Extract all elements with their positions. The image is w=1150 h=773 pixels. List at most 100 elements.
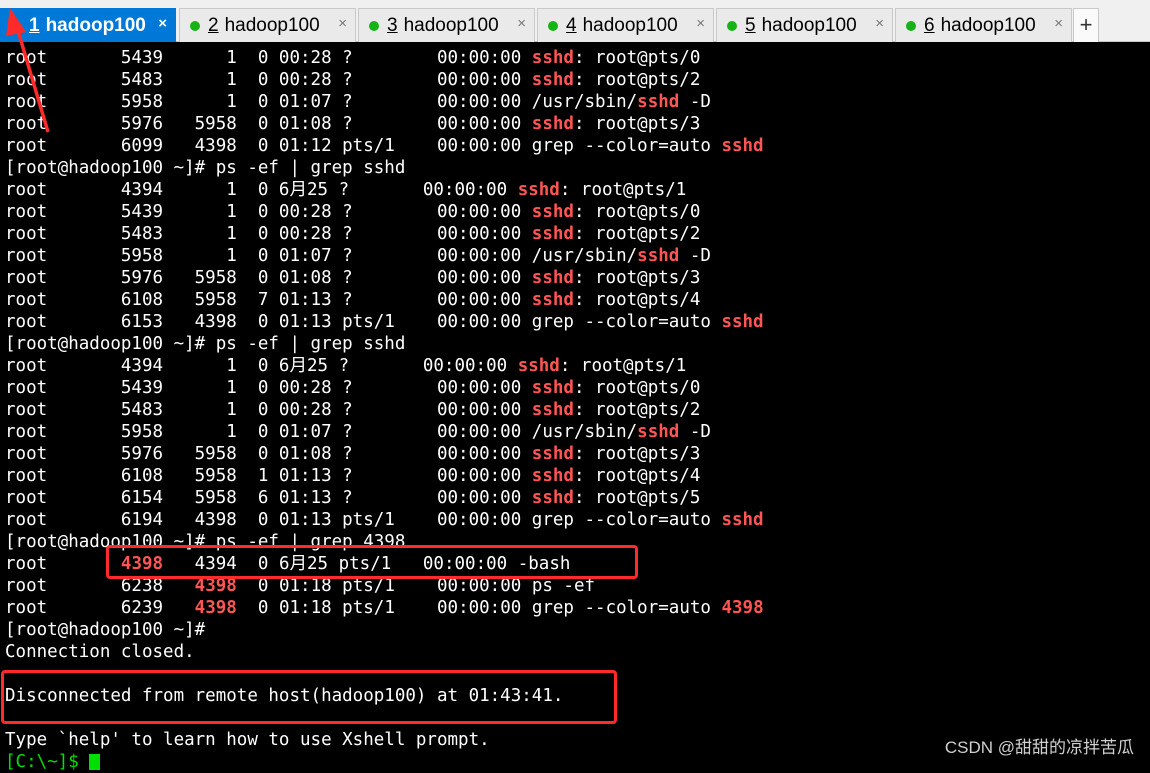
- connection-status-icon: [906, 20, 916, 31]
- terminal-line: [root@hadoop100 ~]#: [5, 619, 1145, 641]
- tab-number: 5: [745, 14, 756, 36]
- terminal-match-highlight: sshd: [517, 180, 560, 200]
- terminal-text: root 5958 1 0 01:07 ? 00:00:00 /usr/sbin…: [5, 422, 638, 442]
- close-icon[interactable]: ×: [338, 15, 347, 32]
- terminal-text: root 5483 1 0 00:28 ? 00:00:00: [5, 224, 532, 244]
- terminal-line: root 6153 4398 0 01:13 pts/1 00:00:00 gr…: [5, 311, 1145, 333]
- close-icon[interactable]: ×: [875, 15, 884, 32]
- new-tab-button[interactable]: +: [1073, 8, 1099, 42]
- terminal-line: [root@hadoop100 ~]# ps -ef | grep sshd: [5, 157, 1145, 179]
- terminal-text: Connection closed.: [5, 642, 195, 662]
- terminal-text: : root@pts/0: [573, 202, 701, 222]
- text-cursor: [89, 754, 101, 770]
- connection-status-icon: [369, 20, 379, 31]
- terminal-match-highlight: 4398: [721, 598, 764, 618]
- tab-number: 3: [387, 14, 398, 36]
- terminal-output[interactable]: root 5439 1 0 00:28 ? 00:00:00 sshd: roo…: [5, 47, 1145, 773]
- terminal-line: root 5483 1 0 00:28 ? 00:00:00 sshd: roo…: [5, 399, 1145, 421]
- terminal-text: root: [5, 554, 121, 574]
- terminal-line: root 5976 5958 0 01:08 ? 00:00:00 sshd: …: [5, 267, 1145, 289]
- terminal-text: root 5439 1 0 00:28 ? 00:00:00: [5, 48, 532, 68]
- tab-5[interactable]: 5 hadoop100 ×: [716, 8, 893, 42]
- annotation-arrow-icon: [6, 8, 50, 133]
- terminal-match-highlight: 4398: [194, 598, 237, 618]
- terminal-match-highlight: sshd: [637, 246, 680, 266]
- terminal-text: root 5976 5958 0 01:08 ? 00:00:00: [5, 114, 532, 134]
- terminal-line: root 4394 1 0 6月25 ? 00:00:00 sshd: root…: [5, 179, 1145, 201]
- terminal-match-highlight: sshd: [517, 356, 560, 376]
- watermark: CSDN @甜甜的凉拌苦瓜: [944, 738, 1134, 757]
- terminal-line: root 6154 5958 6 01:13 ? 00:00:00 sshd: …: [5, 487, 1145, 509]
- terminal-match-highlight: sshd: [531, 48, 574, 68]
- terminal-match-highlight: 4398: [194, 576, 237, 596]
- close-icon[interactable]: ×: [158, 15, 167, 32]
- terminal-match-highlight: sshd: [637, 422, 680, 442]
- tab-label: hadoop100: [582, 14, 678, 36]
- terminal-text: -D: [679, 422, 711, 442]
- terminal-text: [root@hadoop100 ~]#: [5, 620, 206, 640]
- annotation-box-bash-process: [106, 545, 638, 579]
- terminal-text: : root@pts/3: [573, 268, 701, 288]
- terminal-text: root 6238: [5, 576, 195, 596]
- terminal-match-highlight: sshd: [531, 444, 574, 464]
- terminal-line: root 5439 1 0 00:28 ? 00:00:00 sshd: roo…: [5, 377, 1145, 399]
- terminal-match-highlight: sshd: [531, 488, 574, 508]
- terminal-line: root 6108 5958 7 01:13 ? 00:00:00 sshd: …: [5, 289, 1145, 311]
- tab-2[interactable]: 2 hadoop100 ×: [179, 8, 356, 42]
- terminal-line: root 4394 1 0 6月25 ? 00:00:00 sshd: root…: [5, 355, 1145, 377]
- terminal-line: root 5958 1 0 01:07 ? 00:00:00 /usr/sbin…: [5, 91, 1145, 113]
- terminal-text: -D: [679, 246, 711, 266]
- terminal-text: : root@pts/1: [559, 180, 687, 200]
- connection-status-icon: [727, 20, 737, 31]
- terminal-text: : root@pts/3: [573, 444, 701, 464]
- terminal-line: root 6194 4398 0 01:13 pts/1 00:00:00 gr…: [5, 509, 1145, 531]
- terminal-text: : root@pts/3: [573, 114, 701, 134]
- terminal-text: root 5483 1 0 00:28 ? 00:00:00: [5, 70, 532, 90]
- terminal-text: : root@pts/0: [573, 48, 701, 68]
- terminal-line: root 5958 1 0 01:07 ? 00:00:00 /usr/sbin…: [5, 245, 1145, 267]
- tab-4[interactable]: 4 hadoop100 ×: [537, 8, 714, 42]
- terminal-text: root 4394 1 0 6月25 ? 00:00:00: [5, 180, 518, 200]
- terminal-text: : root@pts/2: [573, 224, 701, 244]
- tab-label: hadoop100: [761, 14, 857, 36]
- terminal-text: root 5439 1 0 00:28 ? 00:00:00: [5, 378, 532, 398]
- close-icon[interactable]: ×: [696, 15, 705, 32]
- terminal-line: root 5483 1 0 00:28 ? 00:00:00 sshd: roo…: [5, 223, 1145, 245]
- terminal-text: [root@hadoop100 ~]# ps -ef | grep sshd: [5, 158, 406, 178]
- local-prompt: [C:\~]$: [5, 752, 90, 772]
- terminal-text: -D: [679, 92, 711, 112]
- terminal-line: root 5958 1 0 01:07 ? 00:00:00 /usr/sbin…: [5, 421, 1145, 443]
- tab-number: 6: [924, 14, 935, 36]
- terminal-text: root 6194 4398 0 01:13 pts/1 00:00:00 gr…: [5, 510, 722, 530]
- terminal-match-highlight: sshd: [721, 312, 764, 332]
- terminal-line: Connection closed.: [5, 641, 1145, 663]
- terminal-line: root 5439 1 0 00:28 ? 00:00:00 sshd: roo…: [5, 47, 1145, 69]
- terminal-text: : root@pts/0: [573, 378, 701, 398]
- connection-status-icon: [548, 20, 558, 31]
- terminal-text: : root@pts/2: [573, 70, 701, 90]
- terminal-line: root 5439 1 0 00:28 ? 00:00:00 sshd: roo…: [5, 201, 1145, 223]
- terminal-text: root 5958 1 0 01:07 ? 00:00:00 /usr/sbin…: [5, 92, 638, 112]
- terminal-text: : root@pts/2: [573, 400, 701, 420]
- terminal-match-highlight: sshd: [531, 224, 574, 244]
- terminal-text: root 6108 5958 1 01:13 ? 00:00:00: [5, 466, 532, 486]
- terminal-line: root 6099 4398 0 01:12 pts/1 00:00:00 gr…: [5, 135, 1145, 157]
- connection-status-icon: [190, 20, 200, 31]
- terminal-match-highlight: sshd: [637, 92, 680, 112]
- close-icon[interactable]: ×: [1054, 15, 1063, 32]
- terminal-text: root 5976 5958 0 01:08 ? 00:00:00: [5, 268, 532, 288]
- tab-3[interactable]: 3 hadoop100 ×: [358, 8, 535, 42]
- tab-label: hadoop100: [403, 14, 499, 36]
- terminal-match-highlight: sshd: [531, 400, 574, 420]
- tab-6[interactable]: 6 hadoop100 ×: [895, 8, 1072, 42]
- tab-bar: 1 hadoop100 × 2 hadoop100 × 3 hadoop100 × 4 hadoop…: [0, 0, 1150, 42]
- terminal-match-highlight: sshd: [531, 466, 574, 486]
- terminal-match-highlight: sshd: [531, 70, 574, 90]
- terminal-line: root 5976 5958 0 01:08 ? 00:00:00 sshd: …: [5, 113, 1145, 135]
- tab-label: hadoop100: [940, 14, 1036, 36]
- close-icon[interactable]: ×: [517, 15, 526, 32]
- terminal-match-highlight: sshd: [531, 378, 574, 398]
- terminal-text: : root@pts/1: [559, 356, 687, 376]
- terminal-text: Type `help' to learn how to use Xshell p…: [5, 730, 490, 750]
- terminal-text: root 5439 1 0 00:28 ? 00:00:00: [5, 202, 532, 222]
